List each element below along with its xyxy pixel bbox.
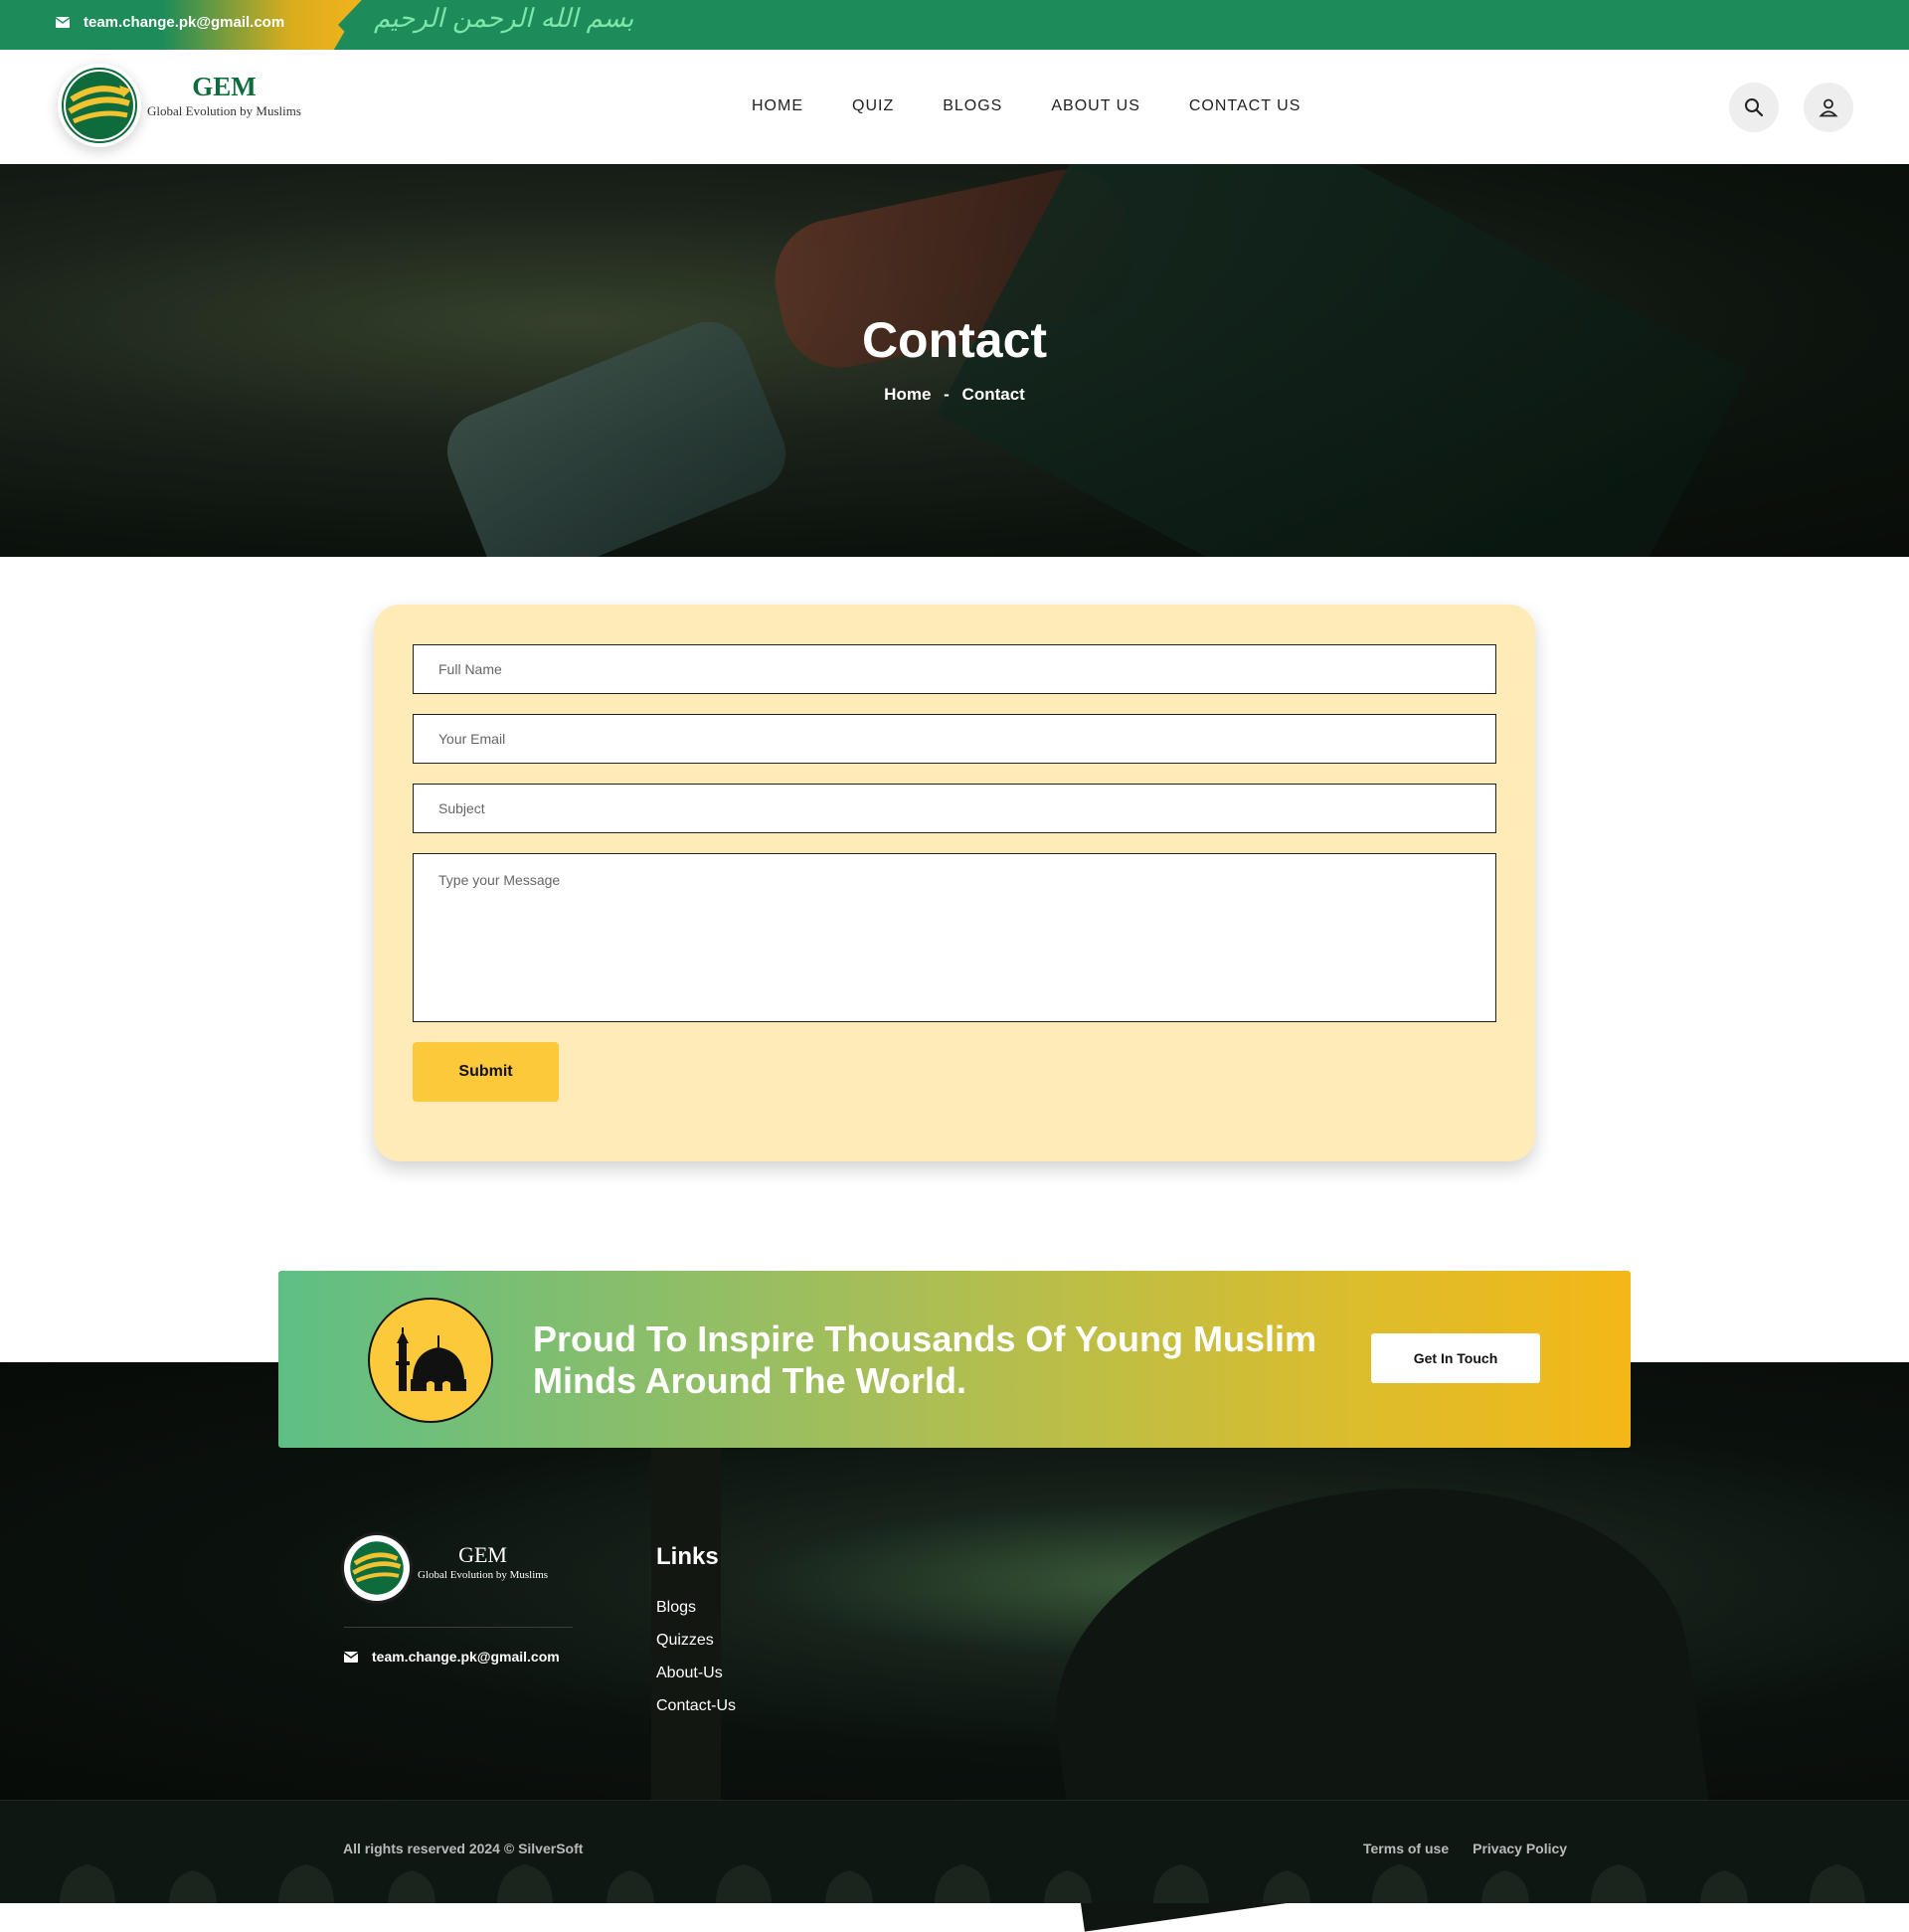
breadcrumb: Home - Contact [0,385,1909,405]
bismillah-calligraphy: بسم الله الرحمن الرحيم [374,4,634,34]
nav-blogs[interactable]: BLOGS [943,97,1002,115]
nav-home[interactable]: HOME [752,97,803,115]
terms-link[interactable]: Terms of use [1363,1841,1449,1856]
envelope-icon [344,1651,358,1663]
user-icon [1819,98,1838,117]
legal-links: Terms of use Privacy Policy [1363,1841,1567,1856]
footer-logo-text: GEM Global Evolution by Muslims [418,1541,548,1581]
full-name-field[interactable] [413,644,1496,694]
footer-email[interactable]: team.change.pk@gmail.com [344,1649,560,1665]
top-bar-email-text: team.change.pk@gmail.com [84,14,285,31]
footer-brand-name: GEM [458,1542,507,1567]
footer-email-text: team.change.pk@gmail.com [372,1649,560,1665]
copyright-text: All rights reserved 2024 © SilverSoft [343,1841,584,1856]
main-nav: HOME QUIZ BLOGS ABOUT US CONTACT US [752,97,1301,115]
page-title: Contact [861,312,1048,368]
subject-field[interactable] [413,784,1496,833]
top-bar-email[interactable]: team.change.pk@gmail.com [56,14,284,31]
cta-medal [368,1298,493,1423]
site-logo[interactable] [58,64,141,147]
nav-contact-us[interactable]: CONTACT US [1189,97,1302,115]
contact-form-card: Submit [374,605,1535,1161]
cta-heading: Proud To Inspire Thousands Of Young Musl… [533,1318,1317,1401]
breadcrumb-home[interactable]: Home [884,385,931,404]
nav-about-us[interactable]: ABOUT US [1051,97,1140,115]
footer-link-about-us[interactable]: About-Us [656,1665,723,1682]
breadcrumb-separator: - [944,385,950,404]
gem-logo-icon [350,1541,404,1595]
footer-bottom-bar [0,1800,1909,1903]
domes-pattern [60,1864,1865,1903]
footer-brand-tagline: Global Evolution by Muslims [418,1569,549,1581]
submit-button[interactable]: Submit [413,1042,559,1102]
brand-name: GEM [192,72,257,101]
footer-links-title: Links [656,1543,719,1570]
search-button[interactable] [1729,83,1779,132]
site-header: GEM Global Evolution by Muslims HOME QUI… [0,50,1909,164]
top-bar: team.change.pk@gmail.com بسم الله الرحمن… [0,0,1909,50]
footer-link-blogs[interactable]: Blogs [656,1599,696,1617]
email-field[interactable] [413,714,1496,764]
privacy-link[interactable]: Privacy Policy [1473,1841,1567,1856]
page-hero: Contact Home - Contact [0,164,1909,557]
account-button[interactable] [1804,83,1853,132]
footer-logo[interactable] [344,1535,410,1601]
footer-link-contact-us[interactable]: Contact-Us [656,1697,736,1715]
mosque-icon [396,1327,466,1391]
breadcrumb-current: Contact [961,385,1025,404]
gem-logo-icon [62,68,137,143]
envelope-icon [56,17,70,28]
site-logo-text: GEM Global Evolution by Muslims [147,70,301,119]
cta-banner: Proud To Inspire Thousands Of Young Musl… [278,1271,1631,1448]
message-field[interactable] [413,853,1496,1022]
footer-divider [344,1627,573,1628]
footer-link-quizzes[interactable]: Quizzes [656,1632,714,1650]
brand-tagline: Global Evolution by Muslims [147,103,301,118]
search-icon [1745,98,1764,117]
get-in-touch-button[interactable]: Get In Touch [1371,1333,1540,1383]
nav-quiz[interactable]: QUIZ [852,97,894,115]
